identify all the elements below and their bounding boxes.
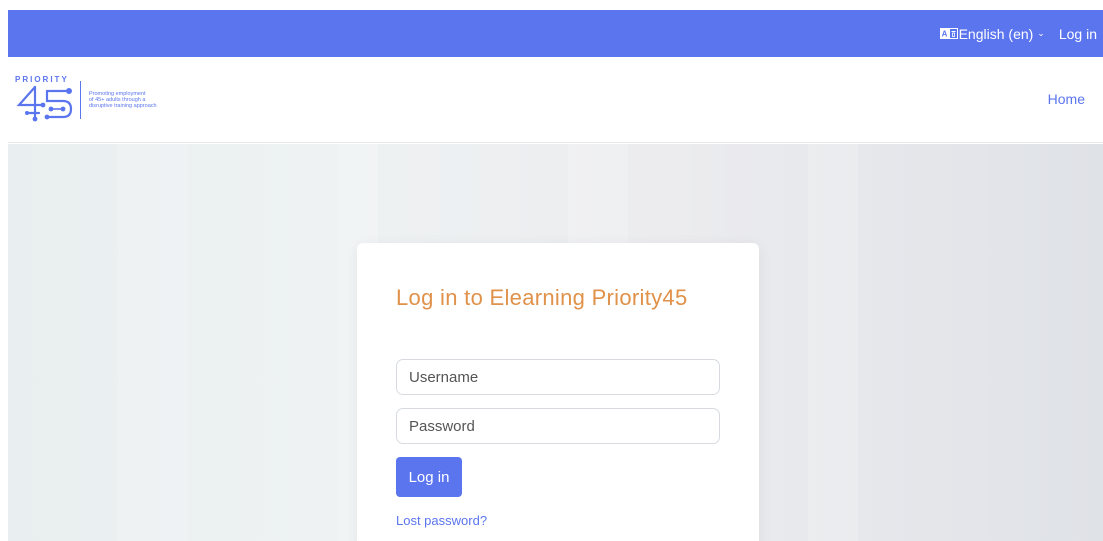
logo-tagline: Promoting employment of 45+ adults throu… [89, 91, 157, 109]
login-card: Log in to Elearning Priority45 Log in Lo… [357, 243, 759, 541]
top-bar: A English (en) ⌄ Log in [8, 10, 1103, 57]
login-title: Log in to Elearning Priority45 [396, 285, 688, 310]
background-stripe [118, 144, 188, 541]
language-menu[interactable]: A English (en) ⌄ [939, 25, 1045, 42]
login-button[interactable]: Log in [396, 457, 462, 497]
language-label: English (en) [958, 25, 1034, 42]
lost-password-link[interactable]: Lost password? [396, 513, 487, 528]
login-link[interactable]: Log in [1059, 26, 1097, 42]
site-logo[interactable]: PRIORITY Promoting employment of 45+ adu… [13, 75, 188, 123]
username-input[interactable] [396, 359, 720, 395]
login-background: Log in to Elearning Priority45 Log in Lo… [8, 144, 1103, 541]
password-input[interactable] [396, 408, 720, 444]
navbar: PRIORITY Promoting employment of 45+ adu… [8, 57, 1103, 143]
page-frame: A English (en) ⌄ Log in PRIORITY Promoti… [8, 10, 1103, 541]
svg-text:A: A [941, 30, 947, 39]
chevron-down-icon: ⌄ [1037, 28, 1045, 38]
logo-divider [80, 81, 81, 119]
background-stripe [808, 144, 858, 541]
tagline-line: disruptive training approach [89, 103, 157, 109]
nav-home-link[interactable]: Home [1048, 91, 1085, 107]
logo-mark [16, 85, 73, 122]
language-icon: A [939, 28, 958, 39]
